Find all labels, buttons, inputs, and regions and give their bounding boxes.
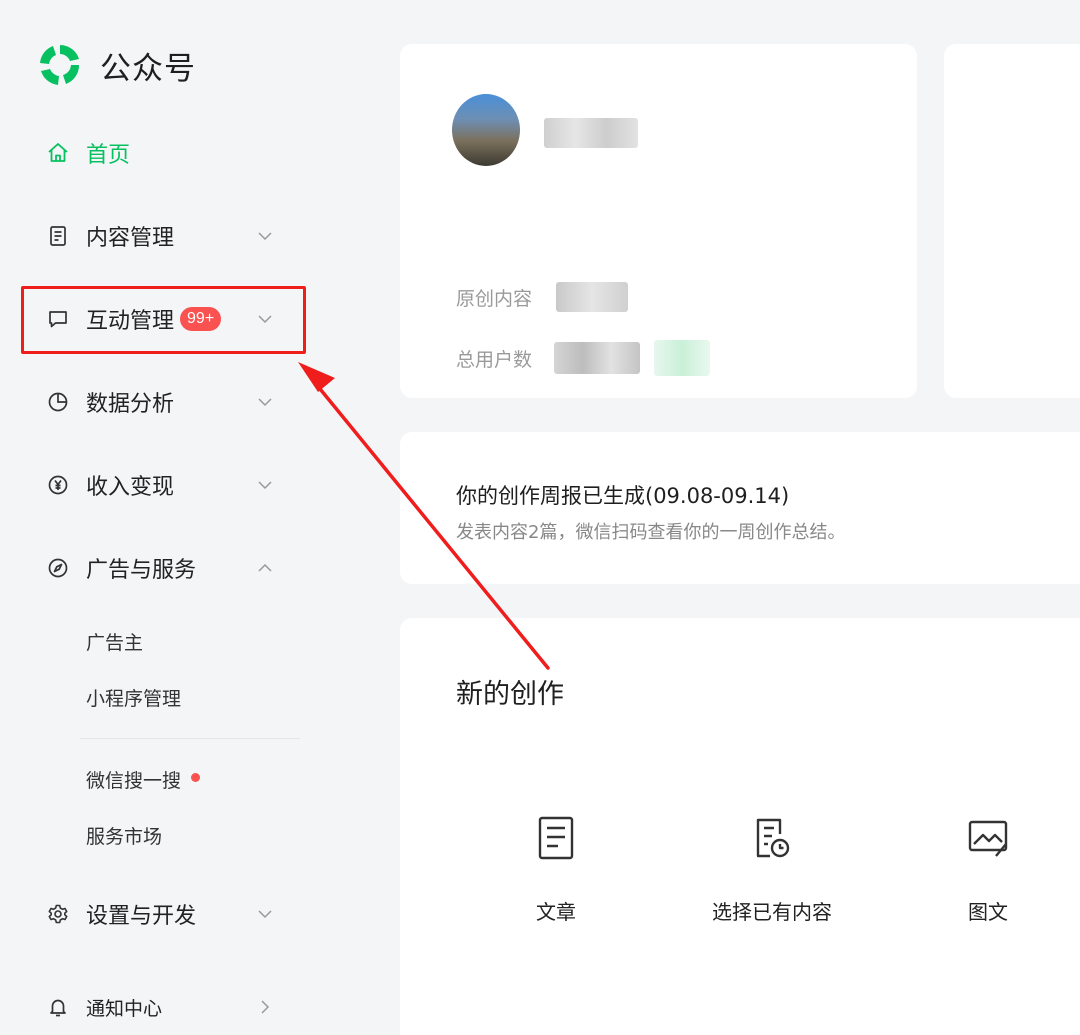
report-desc: 发表内容2篇，微信扫码查看你的一周创作总结。 xyxy=(456,522,846,543)
chevron-down-icon[interactable] xyxy=(252,223,278,249)
article-icon xyxy=(538,816,574,860)
compass-icon xyxy=(44,554,72,582)
sidebar-item-label: 数据分析 xyxy=(86,392,175,417)
sidebar-item-settings[interactable]: 设置与开发 xyxy=(44,892,284,936)
sidebar-item-label: 收入变现 xyxy=(86,475,175,500)
existing-content-icon xyxy=(756,818,790,858)
new-creation-card: 新的创作 文章 选择已有内容 图文 xyxy=(400,618,1080,1035)
yen-icon xyxy=(44,471,72,499)
sidebar-item-label: 首页 xyxy=(86,143,131,168)
create-title: 新的创作 xyxy=(456,679,564,710)
chevron-right-icon[interactable] xyxy=(252,994,278,1020)
weekly-report-card[interactable]: 你的创作周报已生成(09.08-09.14) 发表内容2篇，微信扫码查看你的一周… xyxy=(400,432,1080,584)
sub-item-wechat-search[interactable]: 微信搜一搜 xyxy=(86,766,201,793)
brand[interactable]: 公众号 xyxy=(36,40,196,90)
sub-item-service-market[interactable]: 服务市场 xyxy=(86,822,162,849)
wechat-official-logo-icon xyxy=(40,45,80,85)
tile-label: 文章 xyxy=(536,900,576,924)
create-article-button[interactable]: 文章 xyxy=(476,814,636,925)
bell-icon xyxy=(44,993,72,1021)
sub-item-mini-program[interactable]: 小程序管理 xyxy=(86,684,181,711)
tile-label: 选择已有内容 xyxy=(712,900,832,924)
sidebar-item-content[interactable]: 内容管理 xyxy=(44,214,284,258)
brand-name: 公众号 xyxy=(100,50,196,87)
sub-item-label: 微信搜一搜 xyxy=(86,770,182,792)
chevron-up-icon[interactable] xyxy=(252,555,278,581)
select-existing-content-button[interactable]: 选择已有内容 xyxy=(692,814,852,925)
new-dot xyxy=(191,773,201,782)
sidebar-item-label: 广告与服务 xyxy=(86,558,197,583)
stat-value-blurred xyxy=(554,342,640,374)
sidebar-item-ads-services[interactable]: 广告与服务 xyxy=(44,546,284,590)
profile-card: 原创内容 总用户数 xyxy=(400,44,917,398)
document-icon xyxy=(44,222,72,250)
chevron-down-icon[interactable] xyxy=(252,901,278,927)
divider xyxy=(80,738,300,739)
image-text-icon xyxy=(968,820,1008,857)
home-icon xyxy=(44,139,72,167)
stat-value-blurred xyxy=(556,282,628,312)
sidebar: 公众号 首页 内容管理 互动管理 99+ 数据分析 收入变现 广告与服务 广告主… xyxy=(0,0,330,1035)
chevron-down-icon[interactable] xyxy=(252,472,278,498)
sidebar-item-label: 通知中心 xyxy=(86,997,163,1020)
gear-icon xyxy=(44,900,72,928)
sidebar-item-home[interactable]: 首页 xyxy=(44,131,284,175)
sidebar-item-notifications[interactable]: 通知中心 xyxy=(44,985,284,1029)
stat-label-original: 原创内容 xyxy=(456,288,533,310)
tile-label: 图文 xyxy=(968,900,1008,924)
sidebar-item-label: 内容管理 xyxy=(86,226,175,251)
stat-change-blurred xyxy=(654,340,710,376)
sidebar-item-label: 设置与开发 xyxy=(86,904,197,929)
pie-chart-icon xyxy=(44,388,72,416)
chevron-down-icon[interactable] xyxy=(252,389,278,415)
stat-label-users: 总用户数 xyxy=(456,349,533,371)
sub-item-advertiser[interactable]: 广告主 xyxy=(86,628,143,655)
create-image-text-button[interactable]: 图文 xyxy=(908,814,1068,925)
annotation-highlight-box xyxy=(21,286,306,354)
account-name-blurred xyxy=(544,118,638,148)
report-title: 你的创作周报已生成(09.08-09.14) xyxy=(456,484,790,508)
sidebar-item-monetization[interactable]: 收入变现 xyxy=(44,463,284,507)
avatar[interactable] xyxy=(452,94,520,166)
sidebar-item-analytics[interactable]: 数据分析 xyxy=(44,380,284,424)
side-card xyxy=(944,44,1080,398)
